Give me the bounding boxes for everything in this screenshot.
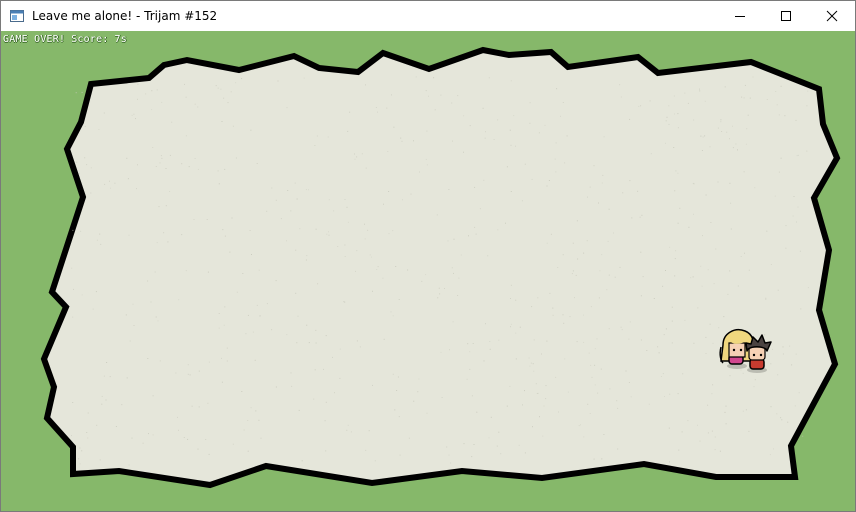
score-value: 7s (114, 34, 127, 45)
window-title: Leave me alone! - Trijam #152 (32, 9, 218, 23)
title-bar[interactable]: Leave me alone! - Trijam #152 (1, 1, 855, 31)
game-over-text: GAME OVER! (3, 34, 66, 45)
score-label: Score: (71, 34, 109, 45)
maximize-button[interactable] (763, 1, 809, 31)
close-button[interactable] (809, 1, 855, 31)
caption-buttons (717, 1, 855, 31)
minimize-button[interactable] (717, 1, 763, 31)
maximize-icon (781, 11, 791, 21)
ground-area (40, 46, 841, 489)
hud-status: GAME OVER! Score: 7s (3, 34, 133, 45)
minimize-icon (735, 16, 745, 17)
game-canvas[interactable]: GAME OVER! Score: 7s (1, 31, 855, 511)
game-scene (1, 31, 855, 511)
app-window-icon (10, 10, 24, 22)
game-window: Leave me alone! - Trijam #152 GAME OVER!… (0, 0, 856, 512)
close-icon (826, 10, 838, 22)
